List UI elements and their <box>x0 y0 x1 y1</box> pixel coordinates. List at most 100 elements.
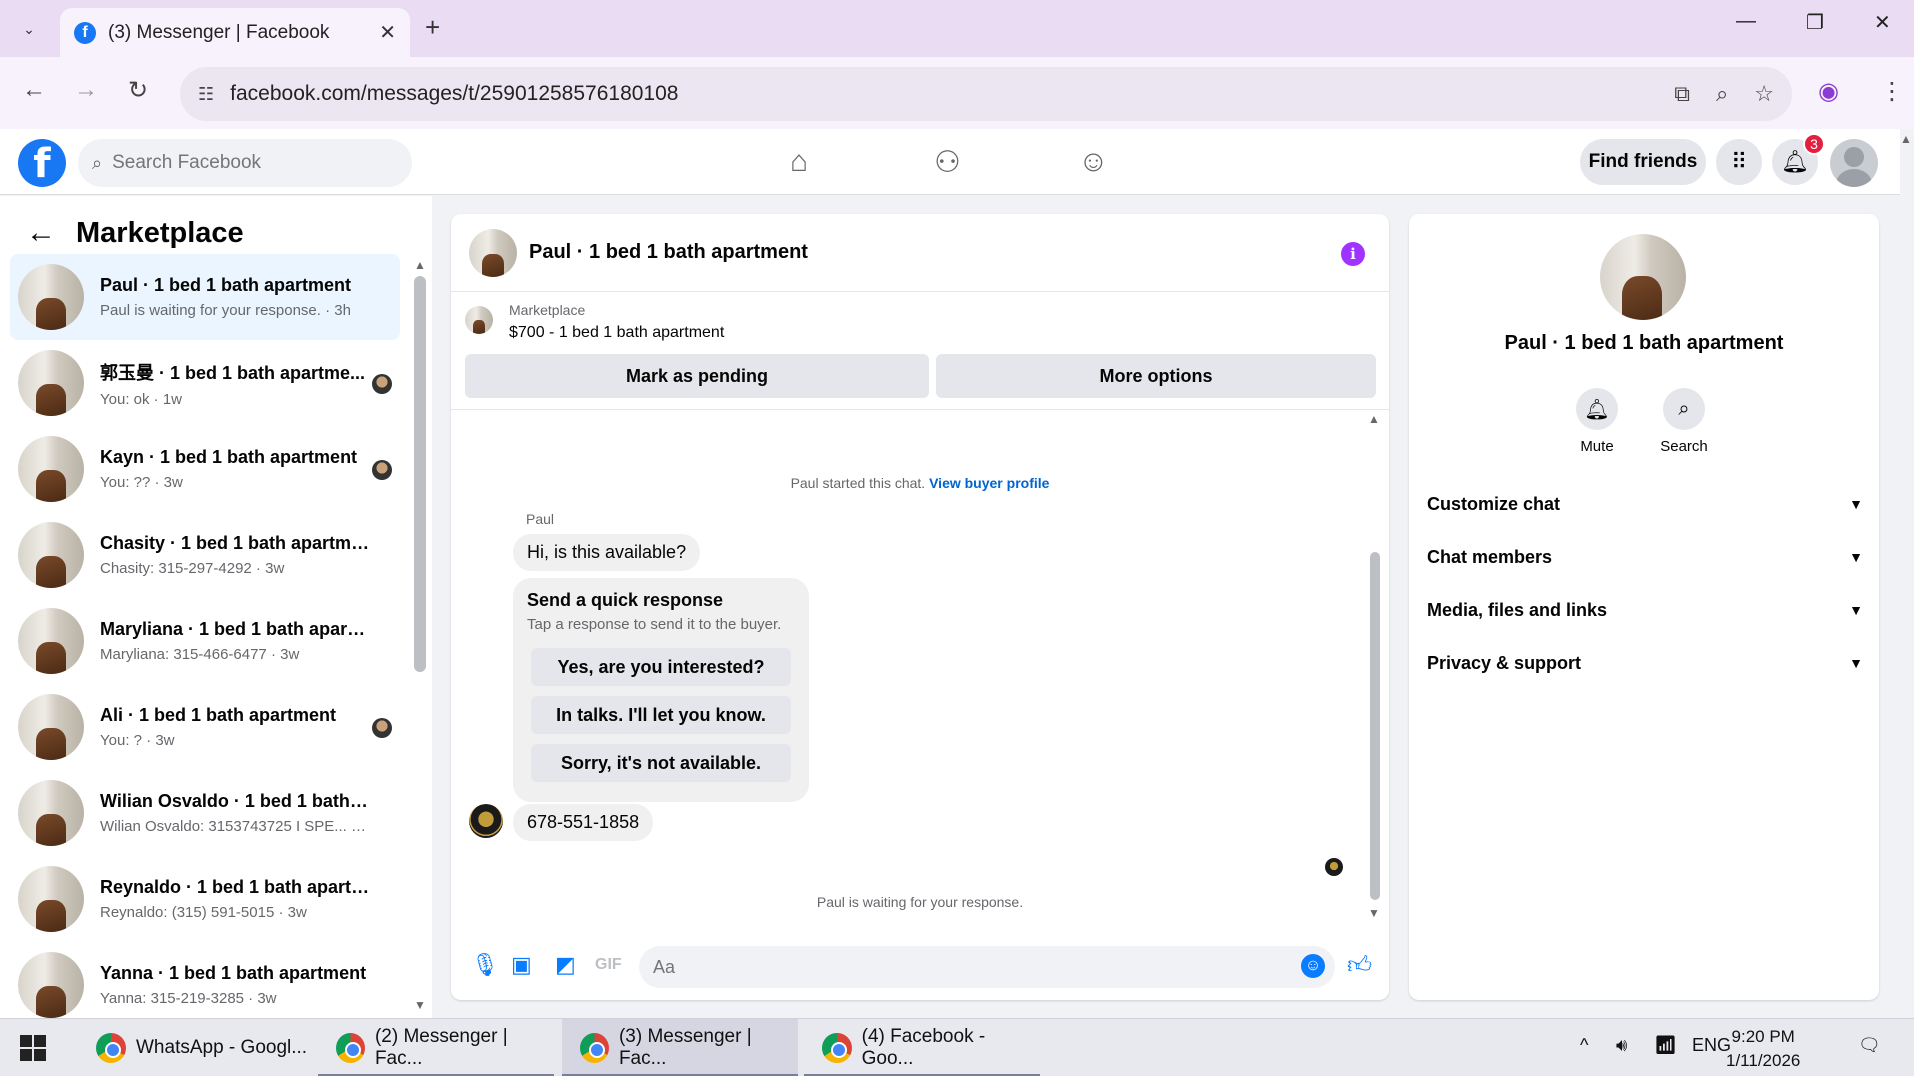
bell-icon[interactable]: 🔔︎ <box>1576 388 1618 430</box>
reload-icon[interactable]: ↻ <box>128 76 148 105</box>
conversation-item[interactable]: Maryliana · 1 bed 1 bath apartm... Maryli… <box>10 598 400 684</box>
search-icon: ⌕ <box>92 152 103 173</box>
thumbs-up-icon[interactable]: 👍︎ <box>1347 952 1372 980</box>
listing-thumbnail <box>18 522 84 588</box>
taskbar-item-messenger-2[interactable]: (2) Messenger | Fac... <box>318 1019 554 1076</box>
message-input[interactable] <box>639 946 1335 988</box>
tray-overflow-icon[interactable]: ^ <box>1580 1035 1588 1056</box>
microphone-icon[interactable]: 🎙︎ <box>471 952 499 978</box>
search-input[interactable] <box>112 152 373 174</box>
chat-scroll-up-icon[interactable]: ▲ <box>1368 412 1380 426</box>
account-avatar[interactable] <box>1830 139 1878 187</box>
conversation-item[interactable]: 郭玉曼 · 1 bed 1 bath apartme... You: ok · 1… <box>10 340 400 426</box>
sticker-icon[interactable]: ◩ <box>555 952 576 978</box>
install-app-icon[interactable]: ⧉ <box>1674 81 1690 107</box>
message-bubble: 678-551-1858 <box>513 804 654 841</box>
conversation-item[interactable]: Chasity · 1 bed 1 bath apartment Chasity:… <box>10 512 400 598</box>
taskbar-item-whatsapp[interactable]: WhatsApp - Googl... <box>78 1019 308 1076</box>
chevron-down-icon: ▼ <box>1849 602 1863 618</box>
tab-close-icon[interactable]: ✕ <box>379 20 396 45</box>
quick-reply-in-talks-button[interactable]: In talks. I'll let you know. <box>531 696 791 734</box>
conversation-item[interactable]: Kayn · 1 bed 1 bath apartment You: ?? · 3… <box>10 426 400 512</box>
conversation-name: Kayn · 1 bed 1 bath apartment <box>100 447 358 467</box>
taskbar-item-facebook[interactable]: (4) Facebook - Goo... <box>804 1019 1040 1076</box>
view-buyer-profile-link[interactable]: View buyer profile <box>929 475 1049 491</box>
url-text[interactable]: facebook.com/messages/t/2590125857618010… <box>230 82 1674 106</box>
message-bubble: Hi, is this available? <box>513 534 701 571</box>
close-window-icon[interactable]: ✕ <box>1874 10 1891 35</box>
back-icon[interactable]: ← <box>22 76 46 104</box>
sidebar-scrollbar[interactable] <box>414 276 426 672</box>
restore-icon[interactable]: ❐ <box>1806 10 1824 35</box>
quick-reply-interested-button[interactable]: Yes, are you interested? <box>531 648 791 686</box>
read-receipt-avatar <box>372 374 392 394</box>
mute-action[interactable]: 🔔︎ Mute <box>1557 388 1637 455</box>
sender-name: Paul <box>526 511 555 527</box>
site-settings-icon[interactable]: ☷ <box>198 84 214 105</box>
windows-taskbar: WhatsApp - Googl... (2) Messenger | Fac.… <box>0 1018 1914 1076</box>
photo-icon[interactable]: ▣ <box>511 952 532 978</box>
groups-icon[interactable]: ☺ <box>1078 145 1109 179</box>
browser-menu-icon[interactable]: ⋮ <box>1880 77 1904 106</box>
home-icon[interactable]: ⌂ <box>790 145 808 179</box>
sidebar-scroll-down-icon[interactable]: ▼ <box>414 998 426 1012</box>
chat-scroll-down-icon[interactable]: ▼ <box>1368 906 1380 920</box>
menu-grid-icon[interactable]: ⠿ <box>1716 139 1762 185</box>
system-clock[interactable]: 9:20 PM 1/11/2026 <box>1726 1025 1800 1073</box>
chat-members-section[interactable]: Chat members ▼ <box>1427 537 1863 577</box>
sidebar-header: ← Marketplace <box>26 216 244 250</box>
conversation-info-icon[interactable]: i <box>1341 242 1365 266</box>
conversation-item[interactable]: Wilian Osvaldo · 1 bed 1 bath ap... Wilia… <box>10 770 400 856</box>
more-options-button[interactable]: More options <box>936 354 1376 398</box>
emoji-icon[interactable]: ☺ <box>1301 954 1325 978</box>
facebook-logo-icon[interactable]: f <box>18 139 66 187</box>
sender-avatar[interactable] <box>469 804 503 838</box>
forward-icon[interactable]: → <box>74 76 98 104</box>
notification-center-icon[interactable]: 🗨︎ <box>1858 1035 1881 1056</box>
media-files-links-section[interactable]: Media, files and links ▼ <box>1427 590 1863 630</box>
customize-chat-section[interactable]: Customize chat ▼ <box>1427 484 1863 524</box>
new-tab-icon[interactable]: + <box>425 12 440 43</box>
friends-icon[interactable]: ⚇ <box>934 145 961 180</box>
listing-thumbnail[interactable] <box>465 306 493 334</box>
mark-as-pending-button[interactable]: Mark as pending <box>465 354 929 398</box>
gif-icon[interactable]: GIF <box>595 956 622 974</box>
privacy-support-section[interactable]: Privacy & support ▼ <box>1427 643 1863 683</box>
page-scroll-up-icon[interactable]: ▲ <box>1900 132 1912 146</box>
conversation-item[interactable]: Yanna · 1 bed 1 bath apartment Yanna: 315… <box>10 942 400 1028</box>
back-arrow-icon[interactable]: ← <box>26 216 56 250</box>
chrome-icon <box>336 1033 365 1063</box>
conversation-preview: You: ?? · 3w <box>100 474 183 491</box>
tab-search-icon[interactable]: ⌄ <box>14 14 44 44</box>
facebook-search[interactable]: ⌕ <box>78 139 412 187</box>
conversation-item[interactable]: Ali · 1 bed 1 bath apartment You: ? · 3w <box>10 684 400 770</box>
facebook-header: f ⌕ ⌂ ⚇ ☺ Find friends ⠿ 🔔︎ 3 <box>0 129 1900 195</box>
chat-avatar[interactable] <box>469 228 517 277</box>
conversation-item[interactable]: Reynaldo · 1 bed 1 bath apartm... Reynald… <box>10 856 400 942</box>
sidebar-scroll-up-icon[interactable]: ▲ <box>414 258 426 272</box>
chat-title[interactable]: Paul · 1 bed 1 bath apartment <box>529 241 808 264</box>
browser-tab-active[interactable]: f (3) Messenger | Facebook ✕ <box>60 8 410 57</box>
conversation-item[interactable]: Paul · 1 bed 1 bath apartment Paul is wai… <box>10 254 400 340</box>
bookmark-star-icon[interactable]: ☆ <box>1754 81 1774 107</box>
search-action[interactable]: ⌕ Search <box>1644 388 1724 455</box>
profile-icon[interactable]: ◉ <box>1818 77 1839 106</box>
quick-response-card: Send a quick response Tap a response to … <box>513 578 809 802</box>
waiting-notice: Paul is waiting for your response. <box>816 894 1024 910</box>
windows-start-icon[interactable] <box>20 1035 46 1061</box>
search-icon[interactable]: ⌕ <box>1663 388 1705 430</box>
find-friends-button[interactable]: Find friends <box>1580 139 1706 185</box>
quick-reply-not-available-button[interactable]: Sorry, it's not available. <box>531 744 791 782</box>
mute-label: Mute <box>1580 438 1614 455</box>
profile-avatar[interactable] <box>1600 234 1686 320</box>
zoom-icon[interactable]: ⌕ <box>1716 81 1728 107</box>
chat-scrollbar[interactable] <box>1370 552 1380 900</box>
listing-price[interactable]: $700 - 1 bed 1 bath apartment <box>509 324 724 342</box>
minimize-icon[interactable]: — <box>1736 10 1756 33</box>
wifi-icon[interactable]: 📶︎ <box>1654 1035 1677 1056</box>
conversation-name: Paul · 1 bed 1 bath apartment <box>100 275 352 295</box>
address-bar[interactable]: ☷ facebook.com/messages/t/25901258576180… <box>180 67 1792 121</box>
volume-icon[interactable]: 🔊︎ <box>1616 1035 1627 1056</box>
read-receipt-avatar <box>372 460 392 480</box>
taskbar-item-messenger-3[interactable]: (3) Messenger | Fac... <box>562 1019 798 1076</box>
